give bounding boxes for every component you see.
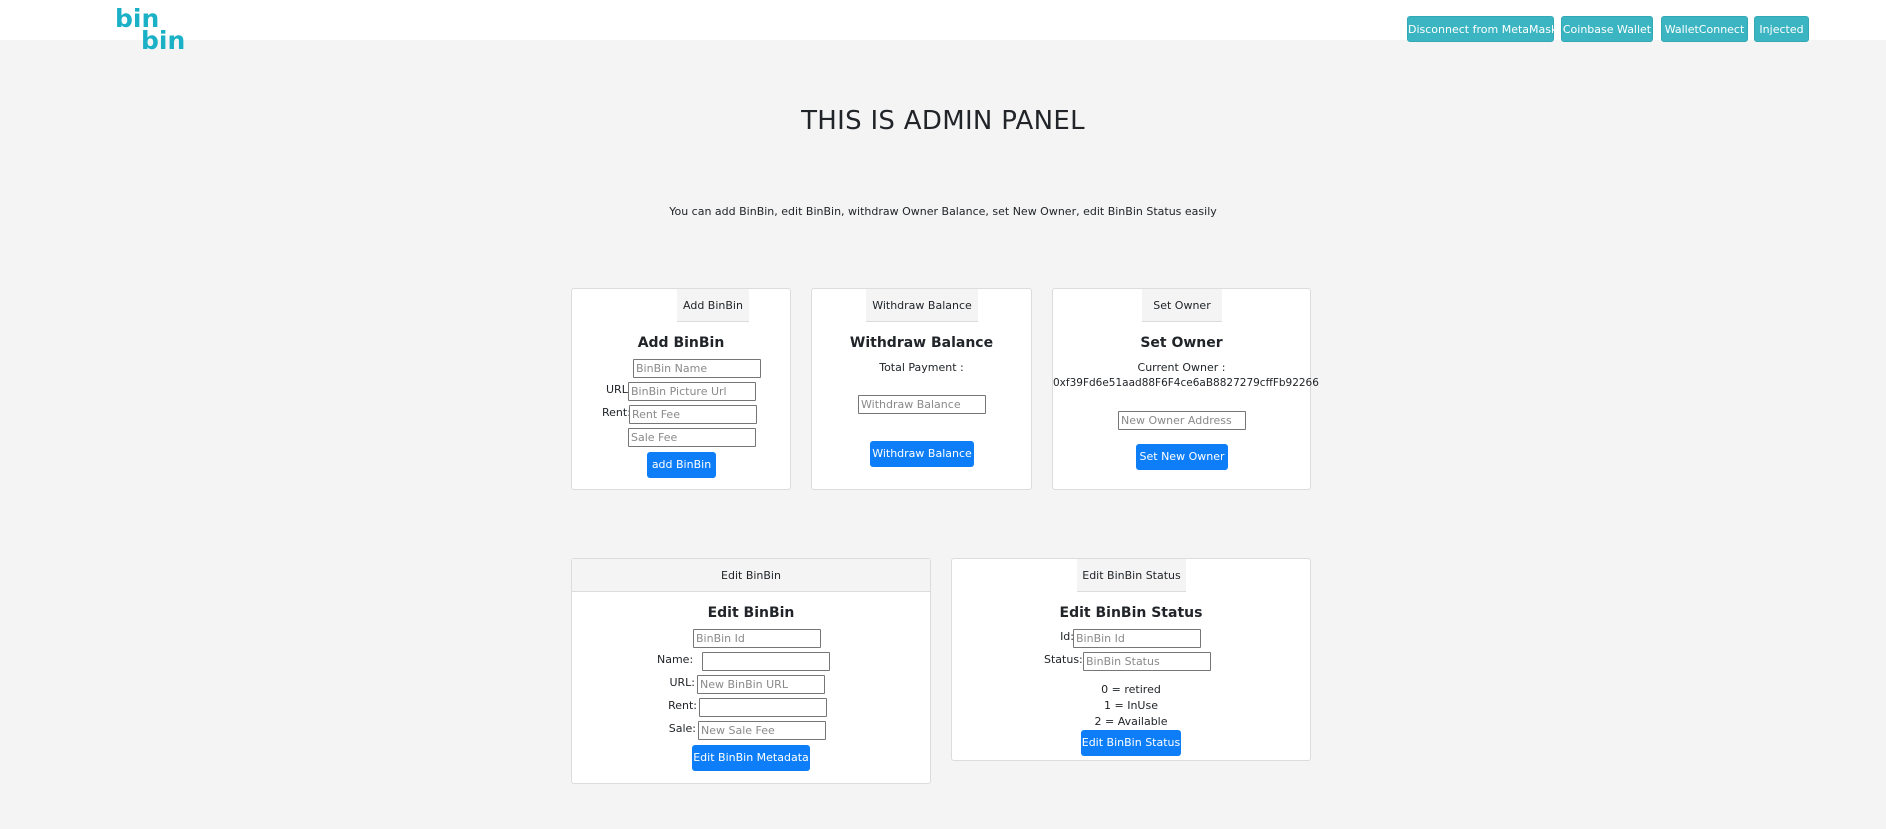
add-binbin-card: Add BinBin Add BinBin URL: Rent: add Bin… xyxy=(571,288,791,490)
current-owner-address: 0xf39Fd6e51aad88F6F4ce6aB8827279cffFb922… xyxy=(1053,377,1319,389)
edit-rent-input[interactable] xyxy=(699,698,827,717)
edit-name-label: Name: xyxy=(657,653,694,666)
page-title: THIS IS ADMIN PANEL xyxy=(801,106,1085,136)
tab-edit-binbin[interactable]: Edit BinBin xyxy=(572,559,930,592)
tab-set-owner-label: Set Owner xyxy=(1153,299,1211,312)
withdraw-balance-card: Withdraw Balance Withdraw Balance Total … xyxy=(811,288,1032,490)
edit-url-label: URL: xyxy=(669,676,695,689)
status-legend-retired: 0 = retired xyxy=(1101,683,1161,696)
total-payment-label: Total Payment : xyxy=(879,361,964,374)
tab-withdraw-balance[interactable]: Withdraw Balance xyxy=(866,289,978,322)
edit-binbin-metadata-button[interactable]: Edit BinBin Metadata xyxy=(692,745,810,771)
edit-binbin-id-input[interactable] xyxy=(693,629,821,648)
sale-fee-input[interactable] xyxy=(628,428,756,447)
edit-sale-label: Sale: xyxy=(668,722,696,735)
status-legend-available: 2 = Available xyxy=(1094,715,1168,728)
edit-rent-label: Rent: xyxy=(668,699,697,712)
new-sale-fee-input[interactable] xyxy=(698,721,826,740)
coinbase-wallet-button[interactable]: Coinbase Wallet xyxy=(1561,16,1653,42)
add-binbin-button[interactable]: add BinBin xyxy=(647,452,716,478)
new-binbin-url-input[interactable] xyxy=(697,675,825,694)
binbin-picture-url-input[interactable] xyxy=(628,382,756,401)
binbin-logo[interactable]: bin bin xyxy=(115,6,187,55)
status-label: Status: xyxy=(1044,653,1083,666)
edit-binbin-card: Edit BinBin Edit BinBin Name: URL: Rent:… xyxy=(571,558,931,784)
disconnect-metamask-button[interactable]: Disconnect from MetaMask xyxy=(1407,16,1557,42)
set-owner-title: Set Owner xyxy=(1140,335,1223,351)
edit-name-input[interactable] xyxy=(702,652,830,671)
tab-edit-binbin-label: Edit BinBin xyxy=(721,569,781,582)
rent-label: Rent: xyxy=(602,406,631,419)
top-navbar: bin bin Disconnect from MetaMask Coinbas… xyxy=(0,0,1886,53)
logo-line-2: bin xyxy=(141,26,186,55)
url-label: URL: xyxy=(606,383,632,396)
set-owner-card: Set Owner Set Owner Current Owner : 0xf3… xyxy=(1052,288,1319,490)
walletconnect-button[interactable]: WalletConnect xyxy=(1661,16,1748,42)
tab-set-owner[interactable]: Set Owner xyxy=(1142,289,1222,322)
injected-button[interactable]: Injected xyxy=(1754,16,1809,42)
tab-edit-binbin-status-label: Edit BinBin Status xyxy=(1082,569,1181,582)
page-subtitle: You can add BinBin, edit BinBin, withdra… xyxy=(669,205,1217,218)
withdraw-balance-button[interactable]: Withdraw Balance xyxy=(870,441,974,467)
binbin-status-input[interactable] xyxy=(1083,652,1211,671)
binbin-name-input[interactable] xyxy=(633,359,761,378)
tab-withdraw-balance-label: Withdraw Balance xyxy=(872,299,972,312)
edit-binbin-status-button[interactable]: Edit BinBin Status xyxy=(1081,730,1181,756)
rent-fee-input[interactable] xyxy=(629,405,757,424)
status-legend-inuse: 1 = InUse xyxy=(1104,699,1158,712)
tab-add-binbin[interactable]: Add BinBin xyxy=(677,289,749,322)
tab-add-binbin-label: Add BinBin xyxy=(683,299,743,312)
edit-binbin-title: Edit BinBin xyxy=(707,605,795,621)
status-binbin-id-input[interactable] xyxy=(1073,629,1201,648)
edit-binbin-status-card: Edit BinBin Status Edit BinBin Status Id… xyxy=(951,558,1311,761)
withdraw-balance-input[interactable] xyxy=(858,395,986,414)
withdraw-balance-title: Withdraw Balance xyxy=(849,335,994,351)
current-owner-label: Current Owner : xyxy=(1137,361,1226,374)
status-id-label: Id: xyxy=(1060,630,1074,643)
edit-binbin-status-title: Edit BinBin Status xyxy=(1059,605,1203,621)
add-binbin-title: Add BinBin xyxy=(637,335,725,351)
tab-edit-binbin-status[interactable]: Edit BinBin Status xyxy=(1077,559,1186,592)
new-owner-address-input[interactable] xyxy=(1118,411,1246,430)
set-new-owner-button[interactable]: Set New Owner xyxy=(1136,444,1228,470)
